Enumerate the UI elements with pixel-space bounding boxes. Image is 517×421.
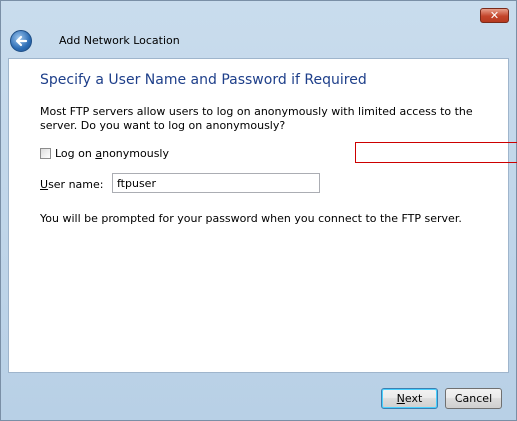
content-panel: Specify a User Name and Password if Requ…: [8, 58, 517, 373]
anonymous-checkbox-label[interactable]: Log on anonymously: [55, 147, 169, 160]
user-name-input[interactable]: [112, 173, 320, 193]
next-button[interactable]: Next: [381, 388, 438, 409]
title-bar: ✕: [1, 1, 516, 27]
button-bar: Next Cancel: [8, 373, 509, 415]
wizard-window: ✕ Add Network Location Specify a User Na…: [0, 0, 517, 421]
wizard-header: Add Network Location: [1, 27, 516, 57]
page-heading: Specify a User Name and Password if Requ…: [40, 72, 367, 88]
back-button[interactable]: [10, 30, 32, 52]
close-icon: ✕: [489, 9, 500, 22]
cancel-button[interactable]: Cancel: [445, 388, 502, 409]
user-name-label: User name:: [40, 178, 104, 191]
password-prompt-note: You will be prompted for your password w…: [40, 212, 462, 225]
back-arrow-icon: [15, 35, 28, 47]
close-button[interactable]: ✕: [480, 8, 509, 23]
description-text: Most FTP servers allow users to log on a…: [40, 105, 473, 132]
window-title: Add Network Location: [59, 34, 180, 47]
anonymous-checkbox[interactable]: [40, 148, 51, 159]
highlight-annotation-box: [355, 142, 517, 163]
